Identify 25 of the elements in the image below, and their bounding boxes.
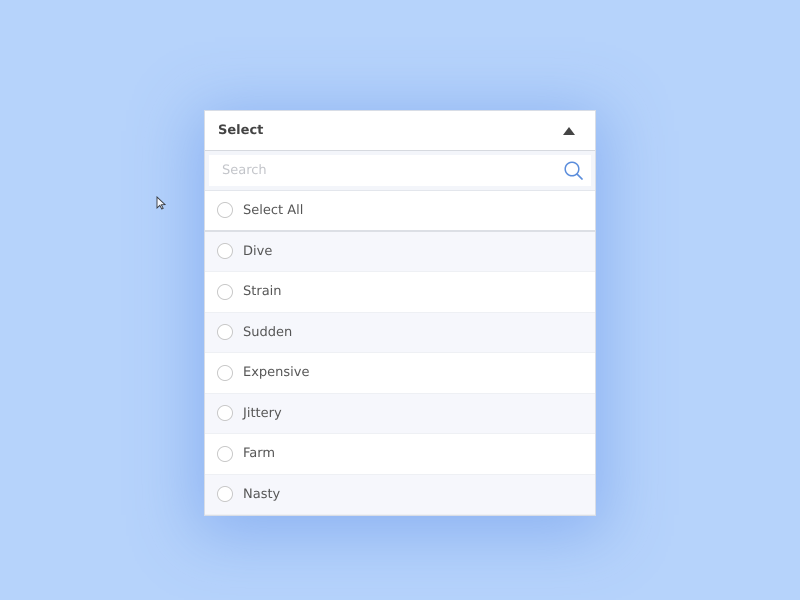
select-all-label: Select All xyxy=(243,202,304,220)
radio-button[interactable] xyxy=(217,405,233,422)
radio-button[interactable] xyxy=(217,324,233,340)
caret-up-icon[interactable] xyxy=(563,126,575,134)
radio-button[interactable] xyxy=(217,243,233,260)
option-label: Dive xyxy=(243,242,272,260)
mouse-cursor-icon xyxy=(156,196,166,210)
radio-button[interactable] xyxy=(217,486,233,502)
option-row[interactable]: Dive xyxy=(205,232,595,272)
option-label: Nasty xyxy=(243,486,280,504)
option-label: Jittery xyxy=(243,404,282,422)
search-field[interactable]: Search xyxy=(209,155,591,186)
radio-button[interactable] xyxy=(217,446,233,462)
option-label: Expensive xyxy=(243,364,310,382)
option-label: Strain xyxy=(243,283,282,301)
option-row[interactable]: Sudden xyxy=(205,312,595,353)
option-label: Farm xyxy=(243,445,276,463)
option-row[interactable]: Jittery xyxy=(205,394,595,434)
dropdown-label: Select xyxy=(218,122,264,140)
radio-button[interactable] xyxy=(217,364,233,381)
option-row[interactable]: Nasty xyxy=(205,474,595,515)
search-icon[interactable] xyxy=(564,161,583,180)
option-label: Sudden xyxy=(243,324,292,342)
radio-button[interactable] xyxy=(217,202,233,218)
radio-button[interactable] xyxy=(217,284,233,300)
